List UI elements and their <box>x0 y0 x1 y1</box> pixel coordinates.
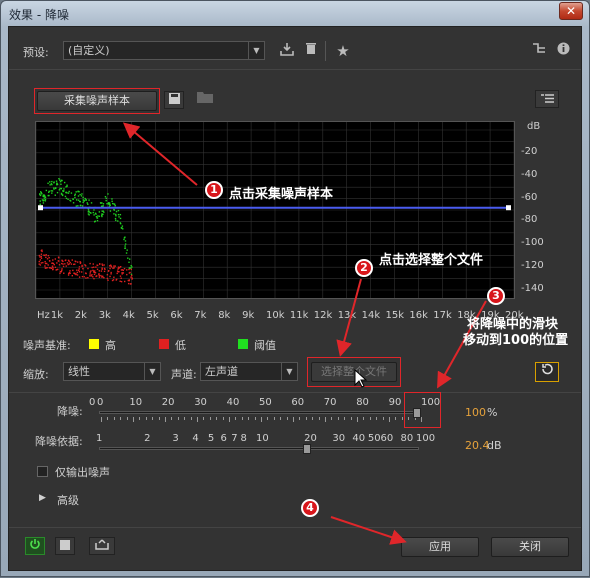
step-badge-4: 4 <box>301 499 319 517</box>
step-badge-1: 1 <box>205 181 223 199</box>
effect-window: 效果 - 降噪 ✕ 预设: (自定义) ▼ ★ 采集噪声样本 dB -20 -4… <box>0 0 590 577</box>
annotation-text-3b: 移动到100的位置 <box>463 333 569 348</box>
annotation-text-2: 点击选择整个文件 <box>379 253 484 268</box>
annotation-text-1: 点击采集噪声样本 <box>229 187 334 202</box>
arrow-2 <box>336 278 362 357</box>
arrow-1 <box>122 122 198 186</box>
step-badge-2: 2 <box>355 259 373 277</box>
step-badge-3: 3 <box>487 287 505 305</box>
arrow-4 <box>330 516 407 545</box>
